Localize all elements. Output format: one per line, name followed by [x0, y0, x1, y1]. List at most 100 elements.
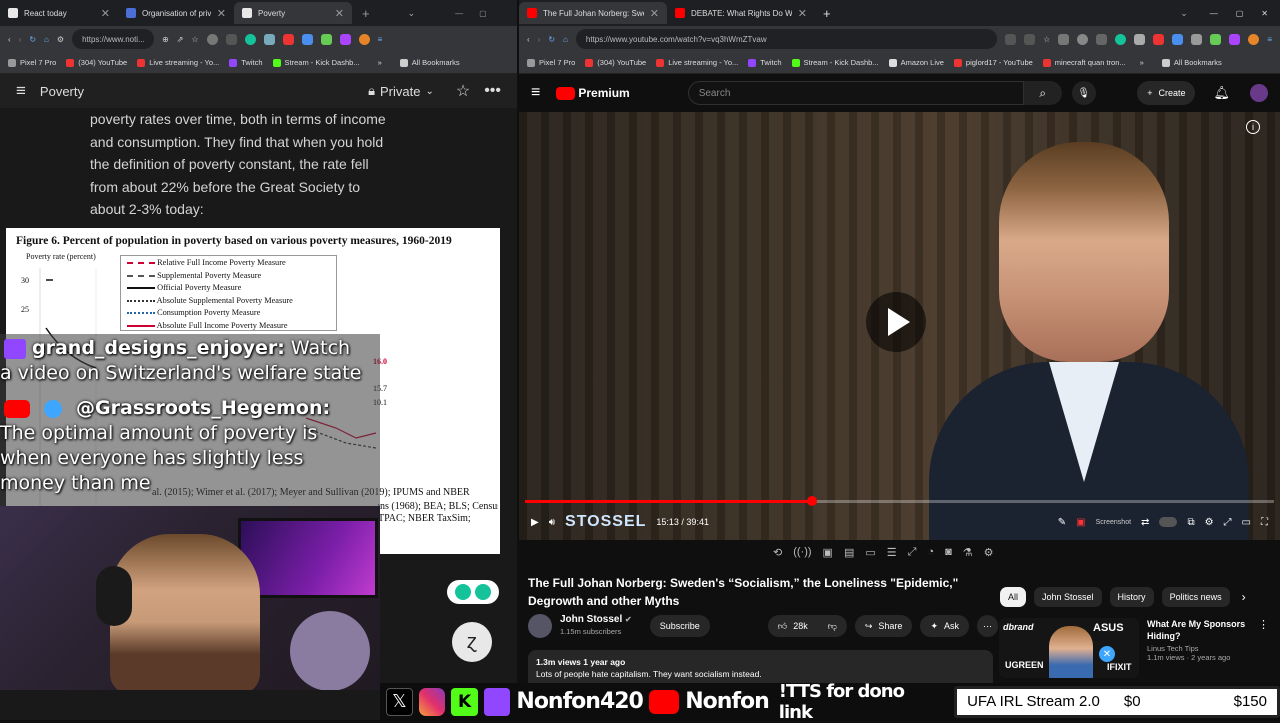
- bookmark-live[interactable]: Live streaming - Yo...: [656, 58, 738, 67]
- new-tab-icon[interactable]: +: [823, 6, 831, 21]
- bookmark-star-icon[interactable]: ☆: [191, 35, 198, 44]
- video-player[interactable]: i ▶ 🔊︎ STOSSEL 15:13 / 39:41 ✎ ▣ Screens…: [519, 112, 1280, 540]
- home-icon[interactable]: ⌂: [563, 35, 568, 44]
- volume-icon[interactable]: 🔊︎: [549, 517, 555, 528]
- extension-icon[interactable]: [1077, 33, 1089, 45]
- new-tab-icon[interactable]: +: [362, 6, 370, 21]
- grammarly-widget[interactable]: [447, 580, 499, 604]
- recommended-video[interactable]: dbrand ASUS UGREEN IFIXIT ✕ What Are My …: [999, 618, 1269, 688]
- install-app-icon[interactable]: [1005, 33, 1017, 45]
- voice-search-icon[interactable]: 🎙︎: [1071, 81, 1096, 105]
- sidebar-menu-icon[interactable]: ≡: [16, 81, 26, 101]
- channel-name[interactable]: John Stossel: [560, 614, 622, 625]
- menu-icon[interactable]: ≡: [378, 35, 383, 44]
- grammarly-extension-icon[interactable]: [1115, 33, 1127, 45]
- bookmark-star-icon[interactable]: ☆: [1043, 35, 1050, 44]
- create-button[interactable]: + Create: [1137, 81, 1196, 105]
- info-icon[interactable]: i: [1246, 120, 1260, 134]
- tab-search-icon[interactable]: ⌄: [408, 8, 416, 19]
- minimize-icon[interactable]: —: [455, 9, 463, 18]
- more-actions-button[interactable]: ⋯: [977, 615, 998, 637]
- avatar[interactable]: [1250, 84, 1268, 102]
- all-bookmarks[interactable]: All Bookmarks: [399, 58, 460, 67]
- miniplayer-icon[interactable]: ⤢: [1224, 517, 1232, 528]
- back-icon[interactable]: ‹: [8, 35, 11, 44]
- lab-icon[interactable]: ⚗: [963, 546, 973, 559]
- back-icon[interactable]: ‹: [527, 35, 530, 44]
- profile-avatar-icon[interactable]: [358, 33, 370, 45]
- extension-icon[interactable]: [1134, 33, 1146, 45]
- settings-gear-icon[interactable]: ⚙: [1205, 517, 1214, 528]
- private-dropdown[interactable]: 🔒︎ Private ⌄: [368, 83, 434, 99]
- theater-mode-icon[interactable]: ▭: [1242, 517, 1251, 528]
- playlist-icon[interactable]: ☰: [887, 546, 897, 559]
- extension-icon[interactable]: [1058, 33, 1070, 45]
- bookmark-twitch[interactable]: Twitch: [748, 58, 782, 67]
- maximize-icon[interactable]: ▢: [1236, 9, 1244, 18]
- guide-menu-icon[interactable]: ≡: [531, 84, 540, 102]
- extension-icon[interactable]: [206, 33, 218, 45]
- extension-icon[interactable]: [1191, 33, 1203, 45]
- more-options-icon[interactable]: •••: [484, 82, 501, 100]
- reload-icon[interactable]: ↻: [29, 35, 36, 44]
- right-address-bar[interactable]: https://www.youtube.com/watch?v=vq3hWmZT…: [575, 29, 998, 49]
- bookmark-amazon[interactable]: Amazon Live: [888, 58, 944, 67]
- maximize-icon[interactable]: ▢: [479, 9, 487, 18]
- share-page-icon[interactable]: [1024, 33, 1036, 45]
- search-input[interactable]: Search: [687, 81, 1024, 105]
- profile-avatar-icon[interactable]: [1248, 33, 1260, 45]
- autoplay-toggle[interactable]: [1159, 517, 1178, 527]
- play-pause-icon[interactable]: ▶: [531, 517, 539, 528]
- minimize-icon[interactable]: —: [1210, 9, 1218, 18]
- all-bookmarks[interactable]: All Bookmarks: [1161, 58, 1222, 67]
- left-address-bar[interactable]: https://www.noti...: [72, 29, 155, 49]
- extension-icon[interactable]: [339, 33, 351, 45]
- bookmarks-overflow-icon[interactable]: »: [378, 58, 382, 67]
- bookmark-twitch[interactable]: Twitch: [229, 58, 263, 67]
- home-icon[interactable]: ⌂: [44, 35, 49, 44]
- screenshot-icon[interactable]: ▣: [1076, 517, 1085, 528]
- grammarly-extension-icon[interactable]: [244, 33, 256, 45]
- extension-icon[interactable]: [301, 33, 313, 45]
- dislike-button[interactable]: 👎︎: [817, 615, 847, 637]
- bookmark-youtube[interactable]: (304) YouTube: [66, 58, 127, 67]
- progress-scrubber[interactable]: [806, 496, 817, 506]
- assistant-bubble-icon[interactable]: ɀ: [452, 622, 492, 662]
- close-tab-icon[interactable]: ✕: [217, 7, 226, 20]
- right-tab-2[interactable]: DEBATE: What Rights Do We H ✕: [667, 2, 815, 24]
- channel-avatar[interactable]: [528, 614, 552, 638]
- forward-icon[interactable]: ›: [538, 35, 541, 44]
- youtube-logo[interactable]: Premium: [556, 86, 630, 100]
- chevron-right-icon[interactable]: ›: [1242, 590, 1246, 604]
- ext-settings-icon[interactable]: ⚙: [984, 546, 994, 559]
- extension-icon[interactable]: [1172, 33, 1184, 45]
- fullscreen-icon[interactable]: ⛶: [1261, 517, 1268, 528]
- pip-icon[interactable]: ▣: [823, 546, 833, 559]
- screenshot-ext-icon[interactable]: ◙: [945, 546, 952, 559]
- reload-icon[interactable]: ↻: [548, 35, 555, 44]
- share-button[interactable]: ↪ Share: [854, 615, 913, 637]
- youtube-extension-icon[interactable]: [282, 33, 294, 45]
- extension-icon[interactable]: [1210, 33, 1222, 45]
- left-tab-3-active[interactable]: Poverty ✕: [234, 2, 352, 24]
- close-tab-icon[interactable]: ✕: [798, 7, 807, 20]
- chip-politics[interactable]: Politics news: [1161, 587, 1230, 607]
- edit-pencil-icon[interactable]: ✎: [1058, 517, 1066, 528]
- bookmark-live[interactable]: Live streaming - Yo...: [137, 58, 219, 67]
- bookmark-piglord[interactable]: piglord17 - YouTube: [953, 58, 1033, 67]
- youtube-extension-icon[interactable]: [1153, 33, 1165, 45]
- chip-channel[interactable]: John Stossel: [1034, 587, 1102, 607]
- clip-icon[interactable]: ▤: [844, 546, 854, 559]
- bookmark-pixel[interactable]: Pixel 7 Pro: [8, 58, 56, 67]
- close-tab-icon[interactable]: ✕: [101, 7, 110, 20]
- forward-icon[interactable]: ›: [19, 35, 22, 44]
- bookmark-kick[interactable]: Stream - Kick Dashb...: [791, 58, 879, 67]
- close-window-icon[interactable]: ✕: [1261, 9, 1268, 18]
- extension-icon[interactable]: [225, 33, 237, 45]
- progress-bar[interactable]: [525, 496, 1274, 506]
- bookmark-kick[interactable]: Stream - Kick Dashb...: [272, 58, 360, 67]
- bookmark-minecraft[interactable]: minecraft quan tron...: [1042, 58, 1126, 67]
- play-button[interactable]: [866, 292, 926, 352]
- cinema-icon[interactable]: ▭: [865, 546, 875, 559]
- autoplay-icon[interactable]: ⇄: [1141, 517, 1149, 528]
